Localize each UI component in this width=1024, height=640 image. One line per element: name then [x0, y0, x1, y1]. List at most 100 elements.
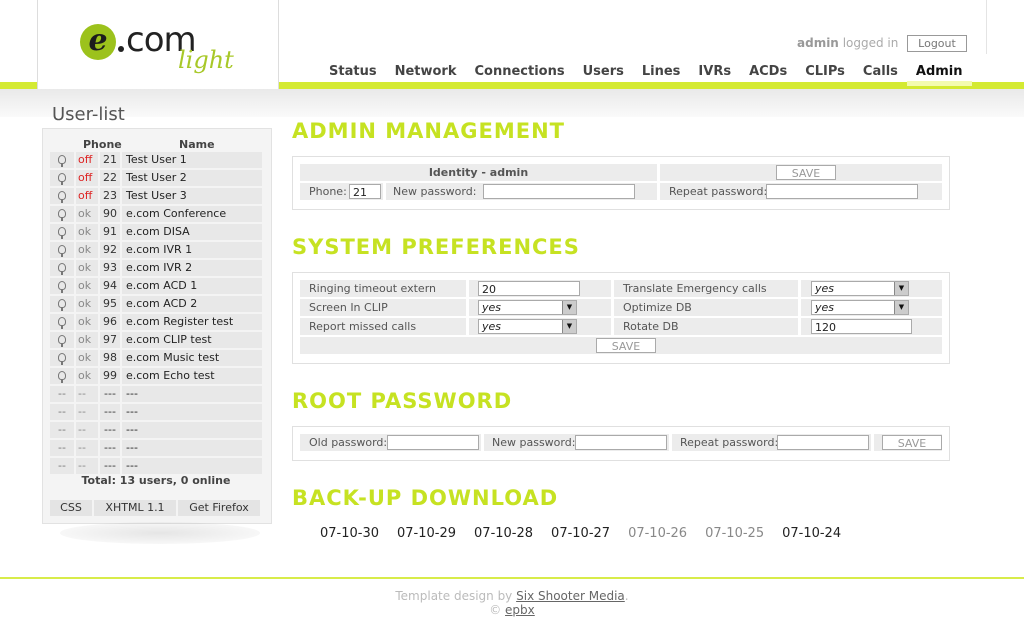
root-password-panel: Old password: New password: Repeat passw… — [292, 426, 950, 461]
bulb-cell — [50, 206, 74, 222]
report-missed-select[interactable]: yes ▼ — [478, 319, 577, 334]
nav-item-calls[interactable]: Calls — [854, 64, 907, 82]
nav-item-clips[interactable]: CLIPs — [796, 64, 854, 82]
bulb-cell — [50, 170, 74, 186]
user-list-rows: off 21 Test User 1 off 22 Test User 2 off 23 Tes… — [50, 152, 262, 476]
user-name[interactable]: Test User 2 — [122, 170, 262, 186]
user-name[interactable]: e.com ACD 1 — [122, 278, 262, 294]
user-row[interactable]: ok 90 e.com Conference — [50, 206, 262, 222]
lightbulb-icon — [58, 299, 66, 311]
backup-link[interactable]: 07-10-27 — [551, 526, 610, 541]
bulb-cell — [50, 368, 74, 384]
root-repeat-password-field[interactable] — [777, 435, 869, 450]
nav-item-connections[interactable]: Connections — [465, 64, 573, 82]
header-shade — [0, 89, 1024, 117]
lightbulb-icon — [58, 353, 66, 365]
report-missed-value: yes — [482, 320, 502, 333]
user-name[interactable]: Test User 1 — [122, 152, 262, 168]
prefs-save-button[interactable]: SAVE — [596, 338, 656, 353]
user-row[interactable]: ok 99 e.com Echo test — [50, 368, 262, 384]
nav-item-users[interactable]: Users — [574, 64, 633, 82]
rotate-db-label: Rotate DB — [614, 318, 798, 335]
ringing-timeout-field[interactable]: 20 — [478, 281, 580, 296]
optimize-db-select[interactable]: yes ▼ — [811, 300, 909, 315]
user-row[interactable]: ok 96 e.com Register test — [50, 314, 262, 330]
footer-link-css[interactable]: CSS — [50, 500, 92, 516]
phone-field[interactable]: 21 — [349, 184, 381, 199]
system-preferences-heading: SYSTEM PREFERENCES — [292, 235, 580, 259]
user-status: ok — [76, 350, 98, 366]
user-row[interactable]: ok 97 e.com CLIP test — [50, 332, 262, 348]
user-row[interactable]: ok 93 e.com IVR 2 — [50, 260, 262, 276]
user-status: off — [76, 170, 98, 186]
user-name[interactable]: e.com ACD 2 — [122, 296, 262, 312]
user-name[interactable]: e.com IVR 1 — [122, 242, 262, 258]
dropdown-arrow-icon: ▼ — [894, 301, 908, 314]
footer-link-xhtml-1-1[interactable]: XHTML 1.1 — [94, 500, 176, 516]
nav-item-lines[interactable]: Lines — [633, 64, 690, 82]
user-row[interactable]: ok 98 e.com Music test — [50, 350, 262, 366]
nav-item-network[interactable]: Network — [386, 64, 466, 82]
backup-link[interactable]: 07-10-24 — [782, 526, 841, 541]
user-name[interactable]: e.com Echo test — [122, 368, 262, 384]
main-nav: Status Network Connections Users Lines IVRs AC… — [320, 64, 972, 86]
user-name[interactable]: e.com Register test — [122, 314, 262, 330]
backup-link[interactable]: 07-10-26 — [628, 526, 687, 541]
epbx-link[interactable]: epbx — [505, 603, 535, 617]
footer-link-get-firefox[interactable]: Get Firefox — [178, 500, 260, 516]
empty-cell: -- — [76, 404, 98, 420]
user-row[interactable]: off 21 Test User 1 — [50, 152, 262, 168]
user-row[interactable]: off 22 Test User 2 — [50, 170, 262, 186]
new-password-field[interactable] — [483, 184, 635, 199]
lightbulb-icon — [58, 263, 66, 275]
root-password-heading: ROOT PASSWORD — [292, 389, 513, 413]
logout-button[interactable]: Logout — [907, 35, 967, 52]
rotate-db-field[interactable]: 120 — [811, 319, 912, 334]
user-status: ok — [76, 260, 98, 276]
root-new-password-field[interactable] — [575, 435, 667, 450]
copyright-symbol: © — [489, 603, 502, 617]
empty-user-row: -- -- --- --- — [50, 404, 262, 420]
user-phone: 21 — [100, 152, 120, 168]
screen-clip-select[interactable]: yes ▼ — [478, 300, 577, 315]
backup-link[interactable]: 07-10-30 — [320, 526, 379, 541]
system-preferences-panel: Ringing timeout extern 20 Translate Emer… — [292, 272, 950, 364]
user-name[interactable]: Test User 3 — [122, 188, 262, 204]
root-save-button[interactable]: SAVE — [882, 435, 942, 450]
bulb-cell — [50, 296, 74, 312]
footer-credit-suffix: . — [624, 589, 629, 603]
user-row[interactable]: ok 92 e.com IVR 1 — [50, 242, 262, 258]
six-shooter-media-link[interactable]: Six Shooter Media — [516, 589, 625, 603]
user-name[interactable]: e.com DISA — [122, 224, 262, 240]
old-password-field[interactable] — [387, 435, 479, 450]
nav-item-admin[interactable]: Admin — [906, 64, 972, 86]
admin-management-panel: Identity - admin SAVE Phone: 21 New pass… — [292, 156, 950, 210]
empty-cell: --- — [122, 440, 262, 456]
nav-item-ivrs[interactable]: IVRs — [689, 64, 740, 82]
footer-credit-text: Template design by — [395, 589, 513, 603]
empty-cell: -- — [50, 440, 74, 456]
repeat-password-field[interactable] — [766, 184, 918, 199]
user-row[interactable]: off 23 Test User 3 — [50, 188, 262, 204]
lightbulb-icon — [58, 335, 66, 347]
backup-download-heading: BACK-UP DOWNLOAD — [292, 486, 559, 510]
backup-link[interactable]: 07-10-25 — [705, 526, 764, 541]
user-name[interactable]: e.com CLIP test — [122, 332, 262, 348]
translate-emergency-select[interactable]: yes ▼ — [811, 281, 909, 296]
empty-cell: -- — [50, 458, 74, 474]
user-row[interactable]: ok 94 e.com ACD 1 — [50, 278, 262, 294]
user-phone: 99 — [100, 368, 120, 384]
user-row[interactable]: ok 91 e.com DISA — [50, 224, 262, 240]
empty-user-row: -- -- --- --- — [50, 422, 262, 438]
admin-save-button[interactable]: SAVE — [776, 165, 836, 180]
user-row[interactable]: ok 95 e.com ACD 2 — [50, 296, 262, 312]
ecom-light-logo[interactable]: e com light — [80, 20, 240, 76]
empty-cell: -- — [50, 404, 74, 420]
backup-link[interactable]: 07-10-28 — [474, 526, 533, 541]
user-name[interactable]: e.com IVR 2 — [122, 260, 262, 276]
nav-item-acds[interactable]: ACDs — [740, 64, 796, 82]
nav-item-status[interactable]: Status — [320, 64, 386, 82]
backup-link[interactable]: 07-10-29 — [397, 526, 456, 541]
user-name[interactable]: e.com Music test — [122, 350, 262, 366]
user-name[interactable]: e.com Conference — [122, 206, 262, 222]
